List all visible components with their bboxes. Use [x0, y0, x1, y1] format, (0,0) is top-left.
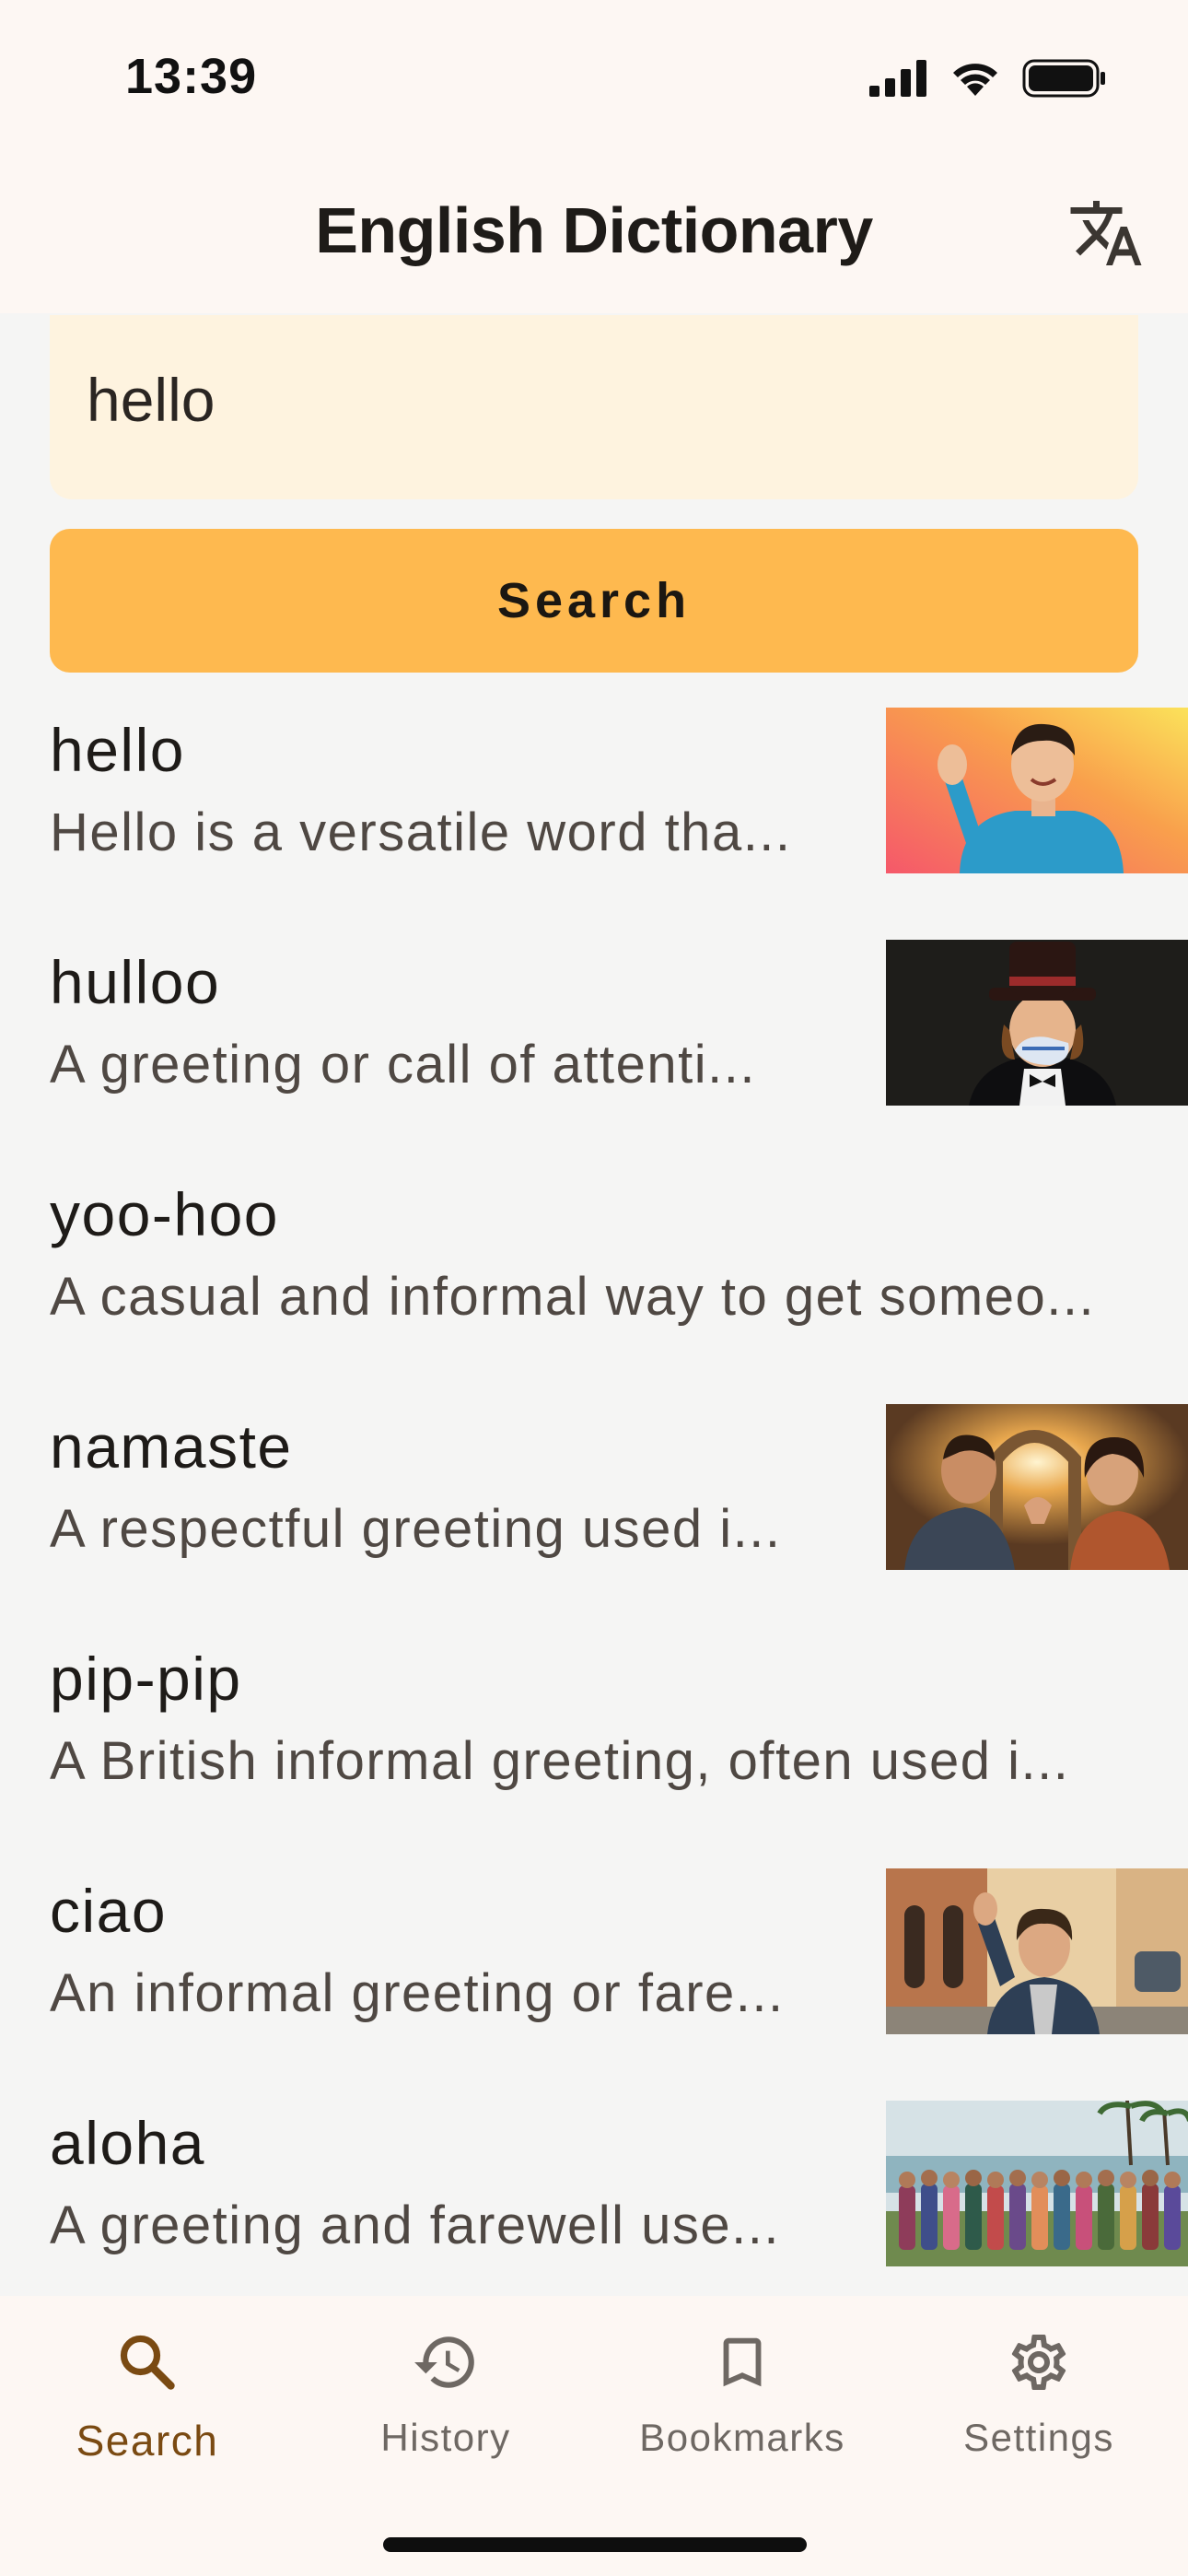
result-item[interactable]: aloha A greeting and farewell use...: [0, 2075, 1188, 2296]
result-item[interactable]: namaste A respectful greeting used i...: [0, 1378, 1188, 1610]
bottom-navigation: Search History Bookmarks Settings: [0, 2296, 1188, 2576]
result-thumbnail: [886, 940, 1188, 1106]
result-definition: Hello is a versatile word tha...: [50, 802, 792, 862]
result-thumbnail: [886, 708, 1188, 873]
result-word: aloha: [50, 2109, 205, 2177]
results-list: hello Hello is a versatile word tha... h…: [0, 682, 1188, 2296]
result-thumbnail: [886, 1868, 1188, 2034]
home-indicator: [383, 2537, 807, 2552]
result-definition: A greeting or call of attenti...: [50, 1035, 756, 1095]
translate-icon: [1070, 201, 1142, 265]
result-definition: A greeting and farewell use...: [50, 2195, 781, 2255]
result-item[interactable]: yoo-hoo A casual and informal way to get…: [0, 1146, 1188, 1378]
result-word: hulloo: [50, 948, 221, 1016]
result-definition: A casual and informal way to get someo..…: [50, 1267, 1096, 1327]
nav-label-bookmarks: Bookmarks: [639, 2416, 845, 2459]
nav-settings[interactable]: Settings: [919, 2316, 1159, 2500]
nav-history[interactable]: History: [326, 2316, 565, 2500]
nav-label-history: History: [380, 2416, 511, 2459]
result-word: hello: [50, 716, 185, 784]
result-definition: An informal greeting or fare...: [50, 1963, 785, 2023]
nav-label-search: Search: [76, 2417, 219, 2465]
result-item[interactable]: ciao An informal greeting or fare...: [0, 1843, 1188, 2075]
translate-button[interactable]: [1055, 182, 1157, 284]
search-input[interactable]: [87, 365, 1138, 435]
result-definition: A respectful greeting used i...: [50, 1499, 782, 1559]
status-bar: 13:39: [0, 0, 1188, 157]
result-word: namaste: [50, 1412, 293, 1481]
history-icon: [414, 2336, 474, 2388]
search-button[interactable]: Search: [50, 529, 1138, 673]
result-item[interactable]: hulloo A greeting or call of attenti...: [0, 914, 1188, 1146]
result-thumbnail: [886, 2101, 1188, 2266]
result-word: yoo-hoo: [50, 1180, 280, 1248]
bookmark-icon: [723, 2337, 762, 2387]
status-time: 13:39: [125, 49, 258, 104]
result-word: ciao: [50, 1877, 168, 1945]
result-thumbnail: [886, 1404, 1188, 1570]
cellular-signal-icon: [869, 60, 926, 97]
search-field[interactable]: [50, 315, 1138, 499]
wifi-icon: [953, 64, 997, 96]
page-title: English Dictionary: [315, 194, 873, 266]
nav-label-settings: Settings: [963, 2416, 1114, 2459]
gear-icon: [1011, 2334, 1066, 2390]
result-word: pip-pip: [50, 1645, 242, 1713]
status-icons: [869, 55, 1107, 101]
result-item[interactable]: pip-pip A British informal greeting, oft…: [0, 1610, 1188, 1843]
battery-icon: [1022, 59, 1105, 98]
search-icon: [120, 2335, 175, 2390]
nav-search[interactable]: Search: [28, 2316, 267, 2500]
result-definition: A British informal greeting, often used …: [50, 1731, 1070, 1791]
result-item[interactable]: hello Hello is a versatile word tha...: [0, 682, 1188, 914]
app-bar: English Dictionary: [0, 157, 1188, 313]
nav-bookmarks[interactable]: Bookmarks: [623, 2316, 862, 2500]
